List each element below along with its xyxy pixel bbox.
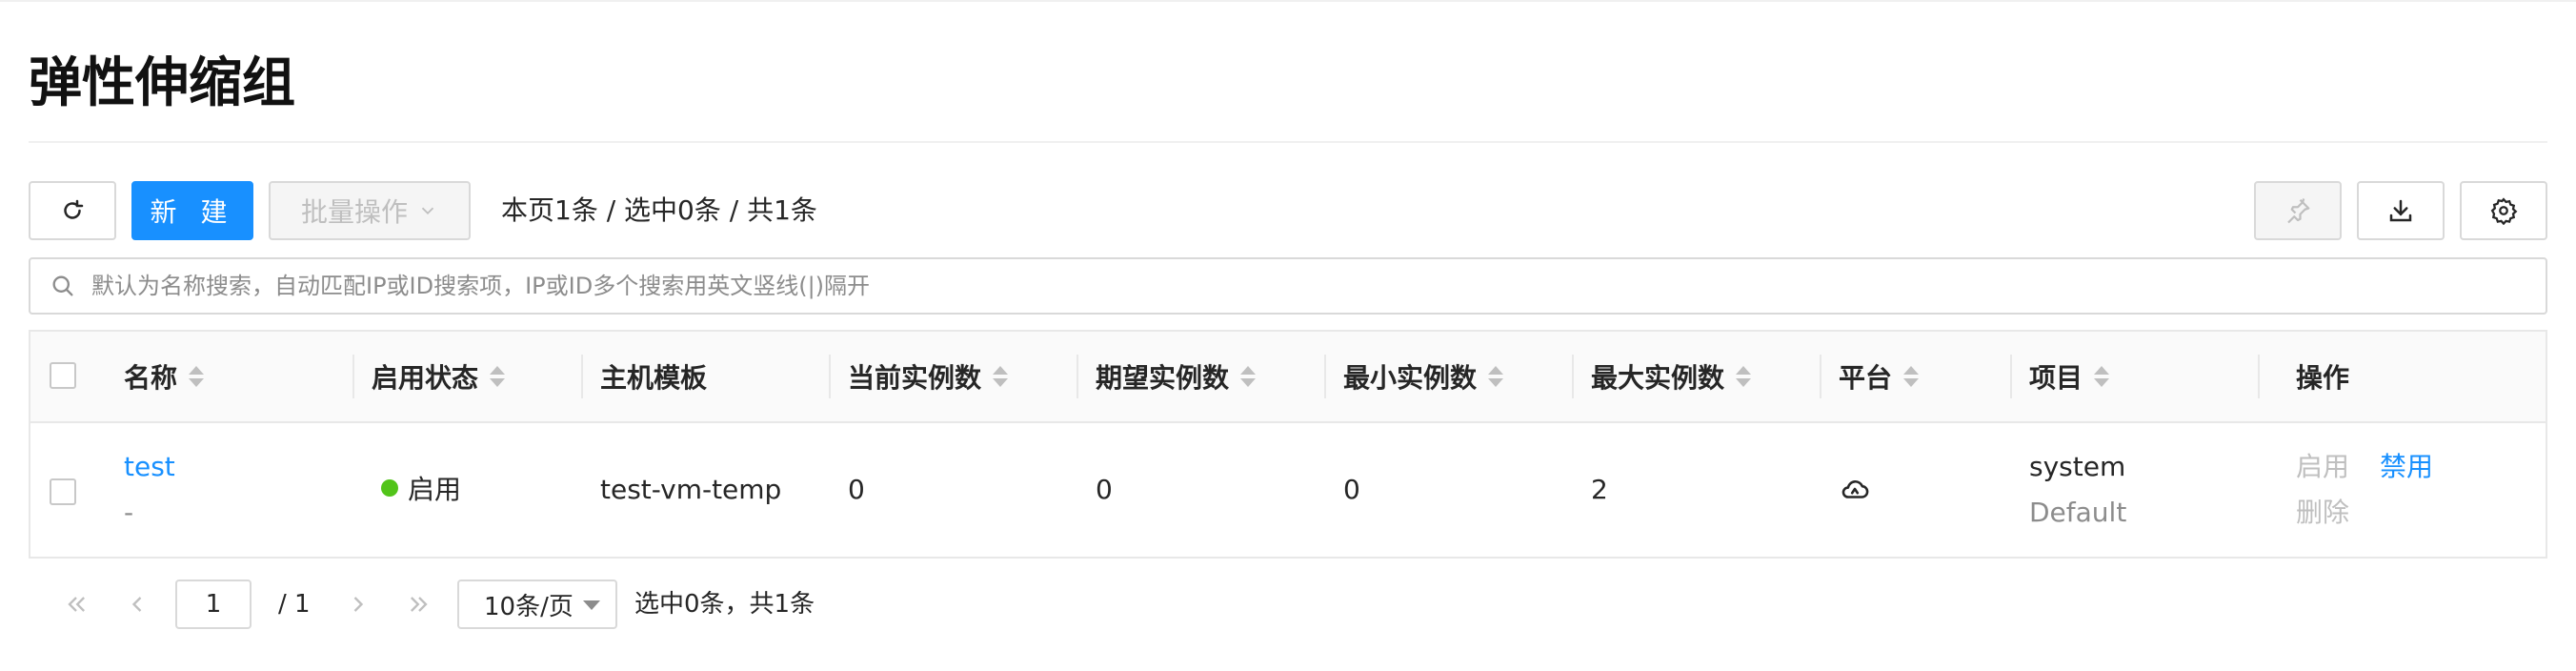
- download-button[interactable]: [2357, 181, 2445, 240]
- double-chevron-right-icon: [411, 597, 428, 612]
- batch-actions-label: 批量操作: [300, 196, 408, 228]
- sort-icon[interactable]: [1736, 366, 1752, 387]
- column-current-label: 当前实例数: [848, 362, 982, 394]
- row-checkbox[interactable]: [50, 478, 76, 505]
- chevron-left-icon: [131, 597, 142, 612]
- row-current-instances: 0: [848, 474, 865, 505]
- row-status: 启用: [381, 471, 461, 509]
- sort-icon[interactable]: [189, 366, 205, 387]
- column-separator: [1820, 355, 1821, 398]
- column-current-instances[interactable]: 当前实例数: [848, 332, 1009, 421]
- search-bar[interactable]: [29, 257, 2547, 315]
- refresh-icon: [64, 199, 84, 219]
- status-text: 启用: [408, 474, 462, 505]
- download-icon: [2389, 199, 2412, 222]
- chevron-down-icon: [421, 207, 434, 215]
- double-chevron-left-icon: [68, 597, 85, 612]
- column-template: 主机模板: [600, 332, 707, 421]
- page-number-input[interactable]: 1: [175, 580, 252, 629]
- column-separator: [2258, 355, 2260, 398]
- row-project: system: [2029, 451, 2126, 482]
- settings-button[interactable]: [2460, 181, 2547, 240]
- column-desired-instances[interactable]: 期望实例数: [1096, 332, 1257, 421]
- column-separator: [1324, 355, 1326, 398]
- column-platform[interactable]: 平台: [1839, 332, 1920, 421]
- column-separator: [581, 355, 583, 398]
- column-actions-label: 操作: [2296, 362, 2350, 394]
- next-page-button[interactable]: [339, 583, 377, 625]
- page-size-select[interactable]: 10条/页: [457, 580, 617, 629]
- column-status[interactable]: 启用状态: [372, 332, 506, 421]
- column-max-instances[interactable]: 最大实例数: [1591, 332, 1752, 421]
- table-header: 名称 启用状态 主机模板 当前实例数 期望实例数 最小实例数 最大实例数 平台 …: [30, 332, 2546, 423]
- column-name[interactable]: 名称: [124, 332, 205, 421]
- column-separator: [1077, 355, 1078, 398]
- row-name-link[interactable]: test: [124, 448, 175, 486]
- column-actions: 操作: [2296, 332, 2349, 421]
- refresh-button[interactable]: [29, 181, 116, 240]
- column-status-label: 启用状态: [372, 362, 479, 394]
- column-name-label: 名称: [124, 362, 178, 394]
- column-max-label: 最大实例数: [1591, 362, 1725, 394]
- new-button[interactable]: 新 建: [131, 181, 253, 240]
- pagination-info: 选中0条，共1条: [634, 590, 815, 619]
- caret-down-icon: [583, 600, 600, 610]
- sort-icon[interactable]: [1903, 366, 1920, 387]
- top-border: [0, 0, 2576, 2]
- status-dot: [381, 479, 398, 497]
- sort-icon[interactable]: [1240, 366, 1257, 387]
- total-pages: / 1: [278, 590, 311, 619]
- chevron-right-icon: [353, 597, 364, 612]
- sort-icon[interactable]: [2094, 366, 2110, 387]
- pin-icon: [2287, 198, 2310, 224]
- column-separator: [352, 355, 354, 398]
- sort-icon[interactable]: [1488, 366, 1504, 387]
- row-min-instances: 0: [1343, 474, 1360, 505]
- delete-action[interactable]: 删除: [2296, 494, 2349, 532]
- column-desired-label: 期望实例数: [1096, 362, 1230, 394]
- column-min-label: 最小实例数: [1343, 362, 1478, 394]
- column-platform-label: 平台: [1839, 362, 1893, 394]
- column-min-instances[interactable]: 最小实例数: [1343, 332, 1504, 421]
- pin-button[interactable]: [2254, 181, 2342, 240]
- column-separator: [1572, 355, 1574, 398]
- row-description: -: [124, 497, 134, 528]
- row-platform: [1839, 473, 1871, 516]
- title-divider: [29, 141, 2547, 143]
- row-max-instances: 2: [1591, 474, 1608, 505]
- column-project[interactable]: 项目: [2029, 332, 2110, 421]
- search-input[interactable]: [90, 272, 2546, 300]
- sort-icon[interactable]: [490, 366, 506, 387]
- search-icon: [52, 275, 73, 296]
- selection-count: 本页1条 / 选中0条 / 共1条: [501, 194, 817, 226]
- page-title: 弹性伸缩组: [29, 52, 295, 114]
- column-project-label: 项目: [2029, 362, 2083, 394]
- page-size-value: 10条/页: [484, 592, 574, 621]
- row-domain: Default: [2029, 497, 2127, 528]
- prev-page-button[interactable]: [118, 583, 156, 625]
- sort-icon[interactable]: [993, 366, 1009, 387]
- column-separator: [829, 355, 831, 398]
- first-page-button[interactable]: [57, 583, 95, 625]
- batch-actions-button[interactable]: 批量操作: [269, 181, 471, 240]
- select-all-checkbox[interactable]: [50, 362, 76, 389]
- scaling-group-table: 名称 启用状态 主机模板 当前实例数 期望实例数 最小实例数 最大实例数 平台 …: [29, 330, 2547, 559]
- enable-action[interactable]: 启用: [2296, 448, 2349, 486]
- column-separator: [2010, 355, 2012, 398]
- last-page-button[interactable]: [400, 583, 438, 625]
- row-desired-instances: 0: [1096, 474, 1113, 505]
- disable-action[interactable]: 禁用: [2380, 448, 2433, 486]
- row-template: test-vm-temp: [600, 474, 782, 505]
- cloud-icon: [1841, 480, 1869, 498]
- column-template-label: 主机模板: [600, 362, 708, 394]
- gear-icon: [2490, 197, 2518, 225]
